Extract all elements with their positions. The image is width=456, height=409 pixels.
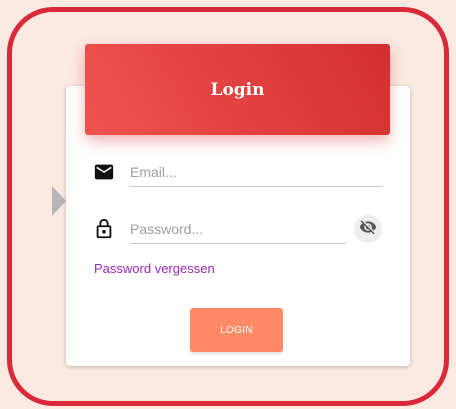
toggle-password-visibility-button[interactable] <box>354 215 382 243</box>
eye-off-icon <box>359 218 377 241</box>
mail-icon <box>93 161 115 183</box>
password-field-group <box>93 215 382 244</box>
carousel-arrow-icon[interactable] <box>52 186 66 216</box>
email-field-group <box>93 158 382 187</box>
lock-icon <box>93 218 115 240</box>
password-input[interactable] <box>130 215 346 244</box>
card-header: Login <box>85 44 390 135</box>
login-button[interactable]: LOGIN <box>190 308 283 352</box>
forgot-password-link[interactable]: Password vergessen <box>94 261 215 276</box>
card-title: Login <box>210 79 265 100</box>
email-input[interactable] <box>130 158 382 187</box>
